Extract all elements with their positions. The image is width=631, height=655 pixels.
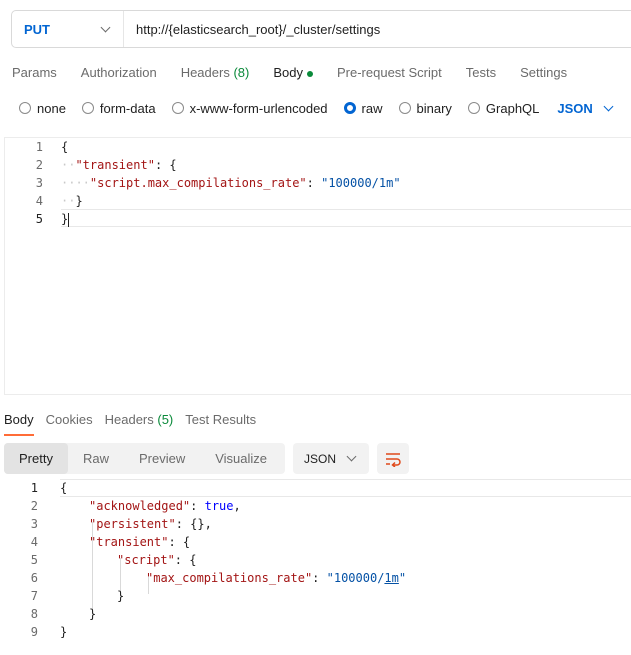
current-line-highlight xyxy=(60,479,631,497)
radio-label: GraphQL xyxy=(485,100,540,116)
line-number: 2 xyxy=(35,158,43,172)
code-value-link[interactable]: 1m xyxy=(384,571,398,585)
view-preview-button[interactable]: Preview xyxy=(124,443,200,474)
line-number: 6 xyxy=(30,571,38,585)
radio-icon xyxy=(398,102,411,114)
radio-binary[interactable]: binary xyxy=(398,100,452,116)
line-number: 9 xyxy=(30,625,38,639)
code-key: "acknowledged" xyxy=(89,499,191,513)
line-number: 1 xyxy=(35,140,43,154)
code-key: "script" xyxy=(117,553,175,567)
body-language-select[interactable]: JSON xyxy=(557,100,614,116)
view-raw-button[interactable]: Raw xyxy=(68,443,124,474)
tab-body[interactable]: Body xyxy=(261,60,325,86)
headers-count: (8) xyxy=(233,65,250,80)
wrap-lines-icon xyxy=(386,452,401,467)
tab-label: Authorization xyxy=(80,65,157,80)
chevron-down-icon xyxy=(346,451,357,462)
radio-graphql[interactable]: GraphQL xyxy=(467,100,540,116)
radio-icon xyxy=(19,102,31,114)
code-value: " xyxy=(398,571,407,585)
tab-settings[interactable]: Settings xyxy=(508,60,579,86)
code-key: "persistent" xyxy=(89,517,176,531)
radio-label: x-www-form-urlencoded xyxy=(189,100,328,116)
tab-label: Cookies xyxy=(45,412,93,427)
line-number: 3 xyxy=(35,176,43,190)
code-value: {} xyxy=(190,517,205,531)
radio-label: none xyxy=(37,100,66,116)
code-key: "max_compilations_rate" xyxy=(146,571,313,585)
view-visualize-button[interactable]: Visualize xyxy=(200,443,282,474)
current-line-highlight xyxy=(61,209,631,227)
radio-none[interactable]: none xyxy=(19,101,66,116)
code-key: "script.max_compilations_rate" xyxy=(89,176,307,190)
tab-label: Headers xyxy=(104,412,154,427)
radio-raw[interactable]: raw xyxy=(343,100,383,116)
tab-test-results[interactable]: Test Results xyxy=(181,408,264,436)
radio-icon xyxy=(171,102,184,114)
radio-icon xyxy=(467,102,480,114)
tab-cookies[interactable]: Cookies xyxy=(42,408,101,436)
request-tabs: Params Authorization Headers (8) Body Pr… xyxy=(0,60,579,86)
view-pretty-button[interactable]: Pretty xyxy=(4,443,68,474)
tab-headers[interactable]: Headers (8) xyxy=(169,60,262,86)
radio-selected-icon xyxy=(343,102,356,114)
request-bar: PUT http://{elasticsearch_root}/_cluster… xyxy=(11,10,631,48)
code-value: true xyxy=(204,499,234,513)
radio-x-www-form-urlencoded[interactable]: x-www-form-urlencoded xyxy=(171,100,328,116)
code-key: "transient" xyxy=(75,158,155,172)
response-format-label: JSON xyxy=(304,451,337,466)
line-number: 5 xyxy=(35,212,43,226)
line-number: 8 xyxy=(30,607,38,621)
view-mode-switch: Pretty Raw Preview Visualize xyxy=(4,443,285,474)
modified-dot-icon xyxy=(306,70,313,77)
tab-tests[interactable]: Tests xyxy=(454,60,508,86)
tab-label: Body xyxy=(273,65,303,80)
code-value: "100000/1m" xyxy=(321,176,401,190)
tab-response-body[interactable]: Body xyxy=(0,408,42,436)
active-tab-underline xyxy=(4,434,34,436)
tab-label: Pre-request Script xyxy=(336,65,442,80)
chevron-down-icon xyxy=(603,101,614,111)
request-body-editor[interactable]: 1{ 2 ··"transient": { 3 ····"script.max_co… xyxy=(4,137,631,395)
radio-icon xyxy=(81,102,94,114)
line-number: 7 xyxy=(30,589,38,603)
line-number: 1 xyxy=(30,481,38,495)
tab-label: Body xyxy=(4,412,34,427)
tab-label: Test Results xyxy=(185,412,257,427)
url-input[interactable]: http://{elasticsearch_root}/_cluster/set… xyxy=(124,22,380,37)
line-number: 3 xyxy=(30,517,38,531)
tab-label: Params xyxy=(12,65,57,80)
tab-label: Tests xyxy=(465,65,497,80)
text-cursor xyxy=(68,212,70,227)
chevron-down-icon xyxy=(100,22,111,32)
code-value: "100000/ xyxy=(326,571,385,585)
body-language-label: JSON xyxy=(557,100,593,116)
tab-authorization[interactable]: Authorization xyxy=(69,60,169,86)
response-format-select[interactable]: JSON xyxy=(293,443,369,474)
body-type-options: none form-data x-www-form-urlencoded raw… xyxy=(19,97,614,119)
code-brace: { xyxy=(61,140,69,154)
code-key: "transient" xyxy=(89,535,169,549)
radio-label: binary xyxy=(416,100,452,116)
code-brace: } xyxy=(61,212,69,226)
tab-label: Headers xyxy=(180,65,230,80)
line-number: 5 xyxy=(30,553,38,567)
tab-label: Settings xyxy=(520,65,568,80)
line-number: 2 xyxy=(30,499,38,513)
line-number: 4 xyxy=(35,194,43,208)
response-body-viewer[interactable]: 1{ 2 "acknowledged": true, 3 "persistent":… xyxy=(0,478,631,655)
tab-response-headers[interactable]: Headers (5) xyxy=(101,408,182,436)
radio-label: form-data xyxy=(99,100,156,116)
line-number: 4 xyxy=(30,535,38,549)
tab-pre-request-script[interactable]: Pre-request Script xyxy=(325,60,454,86)
wrap-lines-button[interactable] xyxy=(377,443,409,474)
radio-label: raw xyxy=(361,100,383,116)
response-tabs: Body Cookies Headers (5) Test Results xyxy=(0,408,264,436)
tab-params[interactable]: Params xyxy=(0,60,69,86)
headers-count: (5) xyxy=(157,412,174,427)
radio-form-data[interactable]: form-data xyxy=(81,100,156,116)
method-label: PUT xyxy=(24,21,50,37)
method-select[interactable]: PUT xyxy=(12,11,124,47)
